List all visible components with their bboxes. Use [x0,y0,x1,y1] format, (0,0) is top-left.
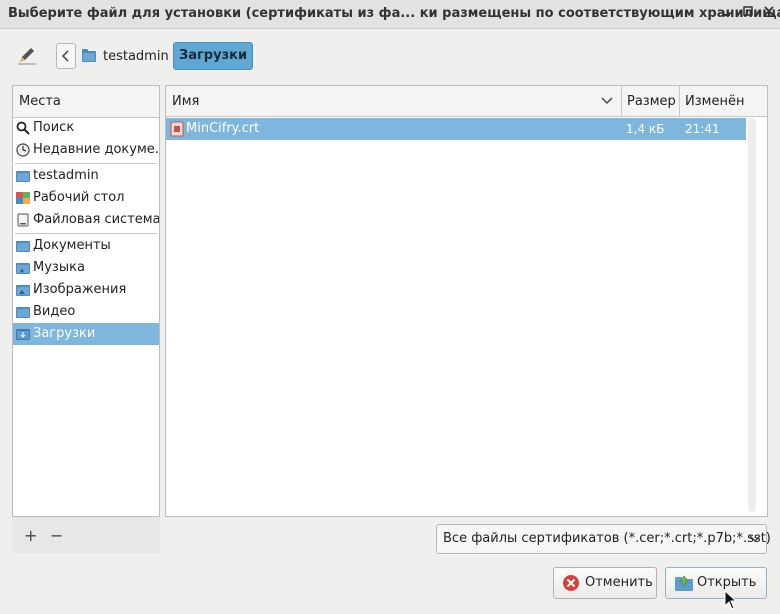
remove-bookmark-button[interactable]: − [50,526,63,545]
sidebar-item-desktop[interactable]: Рабочий стол [13,187,159,209]
maximize-icon[interactable] [740,5,756,21]
sidebar-item-downloads[interactable]: Загрузки [13,323,159,345]
column-header-modified[interactable]: Изменён [680,86,746,117]
sidebar-item-label: Документы [33,238,111,253]
desktop-icon [16,192,30,204]
chevron-down-icon [601,97,613,105]
minimize-icon[interactable] [718,5,734,21]
places-actions: + − [12,517,160,553]
home-folder-icon [16,171,30,182]
places-header: Места [13,86,159,118]
file-name: MinCifry.crt [186,121,260,136]
column-name-label: Имя [172,94,200,109]
file-size: 1,4 кБ [626,122,665,136]
sidebar-item-label: Изображения [33,282,127,297]
add-bookmark-button[interactable]: + [24,526,37,545]
sidebar-item-search[interactable]: Поиск [13,117,159,139]
sidebar-item-label: testadmin [33,168,99,183]
sidebar-divider [15,233,157,234]
sidebar-item-label: Видео [33,304,76,319]
vertical-scrollbar[interactable] [748,118,756,512]
chevron-down-icon [749,535,761,543]
places-sidebar: Места Поиск Недавние докуме... testadmin… [12,85,160,517]
sidebar-item-documents[interactable]: Документы [13,235,159,257]
breadcrumb-home[interactable]: testadmin [103,49,169,64]
breadcrumb-current[interactable]: Загрузки [173,42,254,70]
back-button[interactable] [56,43,76,69]
sidebar-item-home[interactable]: testadmin [13,165,159,187]
sidebar-divider [15,163,157,164]
mouse-cursor-icon [724,590,738,610]
sidebar-item-music[interactable]: Музыка [13,257,159,279]
sidebar-item-recent[interactable]: Недавние докуме... [13,139,159,161]
open-folder-icon [675,575,693,591]
column-header-size[interactable]: Размер [622,86,680,117]
search-icon [16,121,30,135]
window-title: Выберите файл для установки (сертификаты… [8,6,780,21]
folder-icon [16,241,30,252]
close-icon[interactable] [761,5,777,21]
column-header-name[interactable]: Имя [166,86,622,117]
certificate-icon [170,121,184,137]
pictures-folder-icon [16,285,30,296]
column-header-filler [746,86,767,117]
cancel-icon [563,575,579,591]
title-bar: Выберите файл для установки (сертификаты… [0,0,780,29]
chevron-left-icon [61,50,69,62]
cancel-label: Отменить [585,575,653,590]
drive-icon [17,213,29,227]
sidebar-item-label: Рабочий стол [33,190,125,205]
location-pencil-button[interactable] [16,44,38,66]
file-type-filter[interactable]: Все файлы сертификатов (*.cer;*.crt;*.p7… [436,524,771,554]
table-row[interactable]: MinCifry.crt 1,4 кБ 21:41 [166,118,746,140]
pencil-icon [18,48,36,65]
sidebar-item-label: Загрузки [33,326,96,341]
file-list: Имя Размер Изменён MinCifry.crt 1,4 кБ 2… [165,85,768,517]
open-button[interactable]: Открыть [665,567,767,599]
clock-icon [16,143,30,157]
sidebar-item-label: Недавние докуме... [33,142,159,157]
downloads-folder-icon [16,329,30,340]
sidebar-item-label: Файловая система [33,212,159,227]
home-folder-icon [82,49,96,62]
video-folder-icon [16,307,30,318]
filter-selected-label: Все файлы сертификатов (*.cer;*.crt;*.p7… [443,531,771,546]
sidebar-item-filesystem[interactable]: Файловая система [13,209,159,231]
sidebar-item-label: Музыка [33,260,85,275]
cancel-button[interactable]: Отменить [553,567,657,599]
file-modified: 21:41 [685,122,720,136]
sidebar-item-video[interactable]: Видео [13,301,159,323]
sidebar-item-pictures[interactable]: Изображения [13,279,159,301]
music-folder-icon [16,263,30,274]
sidebar-item-label: Поиск [33,120,75,135]
